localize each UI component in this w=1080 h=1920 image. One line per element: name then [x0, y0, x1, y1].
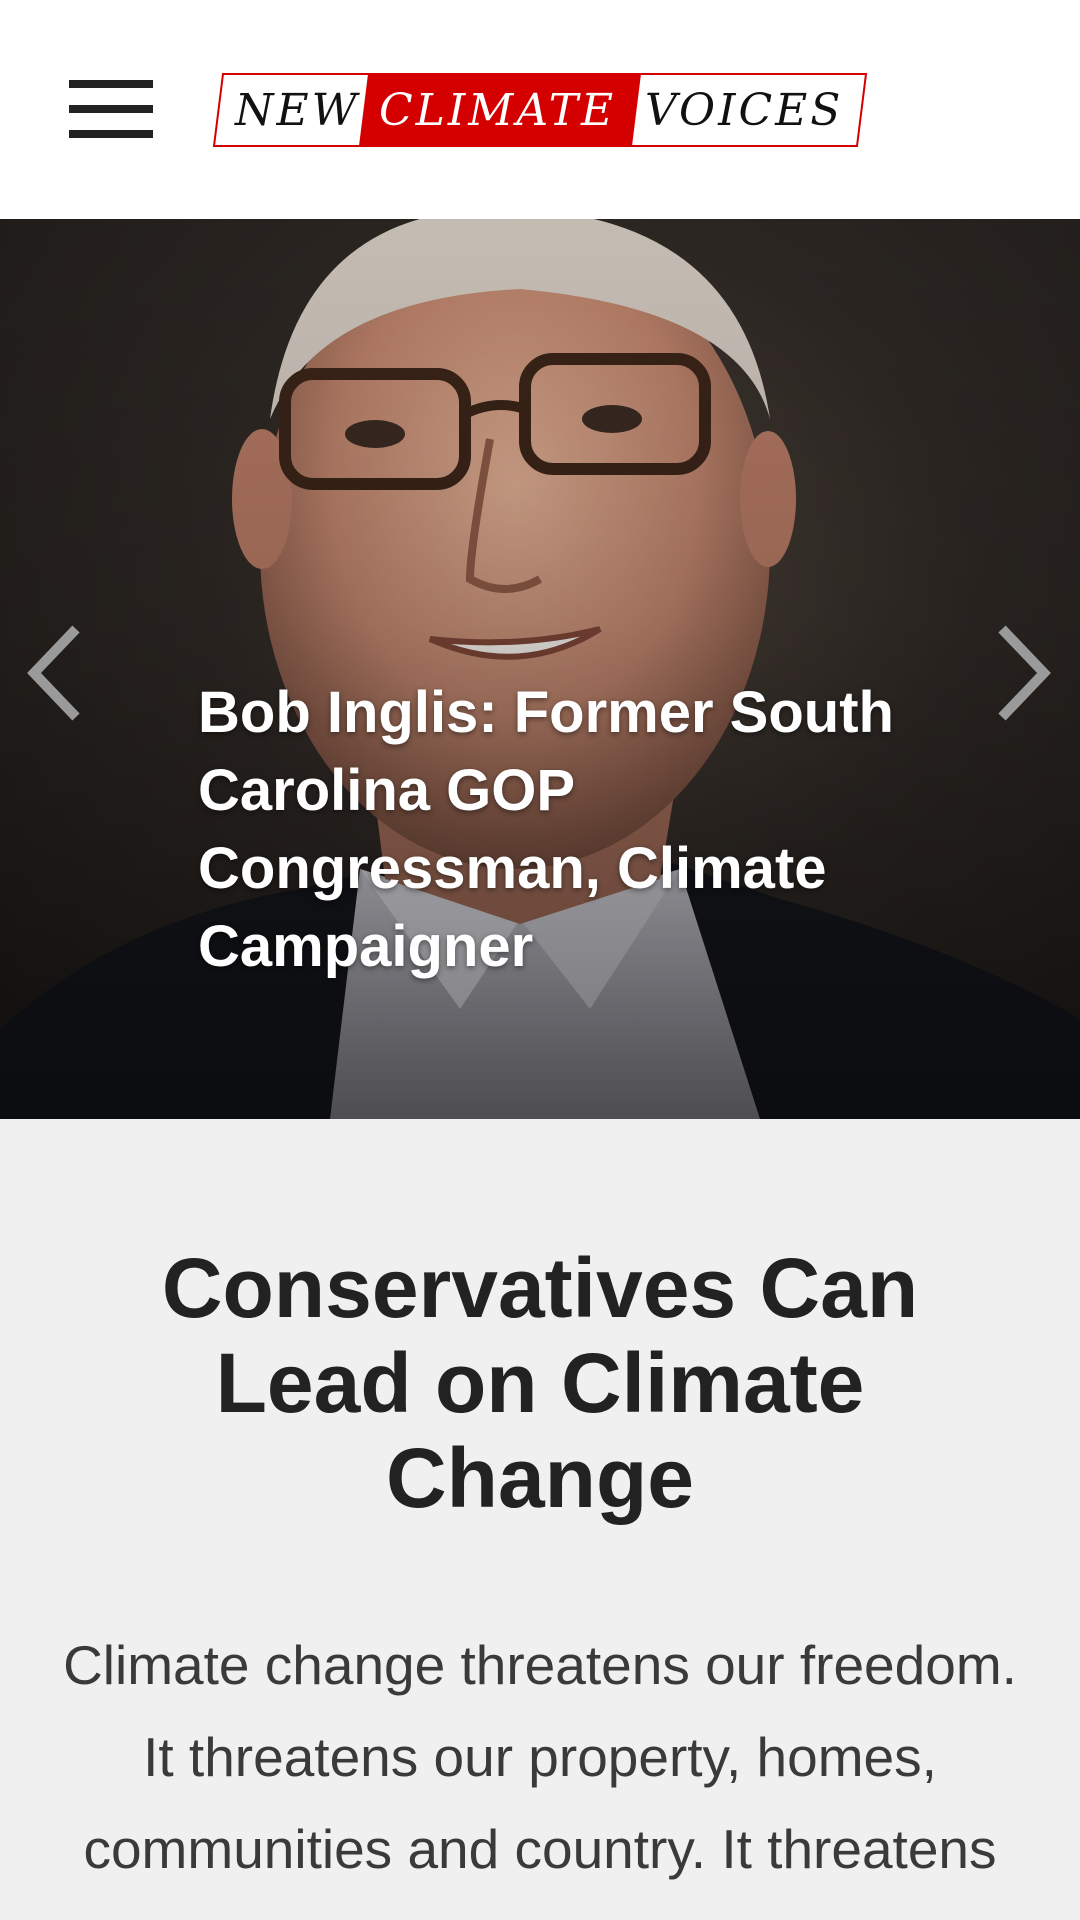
chevron-left-icon[interactable]: [26, 623, 86, 723]
intro-paragraph: Climate change threatens our freedom. It…: [63, 1634, 1017, 1920]
menu-bar: [69, 105, 153, 113]
logo-word-new: NEW: [234, 85, 361, 136]
site-logo[interactable]: NEW CLIMATE VOICES: [213, 73, 867, 147]
hero-slider: Bob Inglis: Former South Carolina GOP Co…: [0, 219, 1080, 1119]
main-content: Conservatives Can Lead on Climate Change…: [0, 1119, 1080, 1920]
logo-word-climate: CLIMATE: [379, 85, 616, 136]
menu-bar: [69, 130, 153, 138]
page-title: Conservatives Can Lead on Climate Change: [161, 1241, 919, 1525]
hamburger-menu-icon[interactable]: [69, 80, 153, 138]
logo-word-voices: VOICES: [645, 85, 843, 136]
menu-bar: [69, 80, 153, 88]
hero-caption-link[interactable]: Bob Inglis: Former South Carolina GOP Co…: [198, 674, 938, 986]
chevron-right-icon[interactable]: [992, 623, 1052, 723]
site-header: NEW CLIMATE VOICES: [0, 0, 1080, 219]
